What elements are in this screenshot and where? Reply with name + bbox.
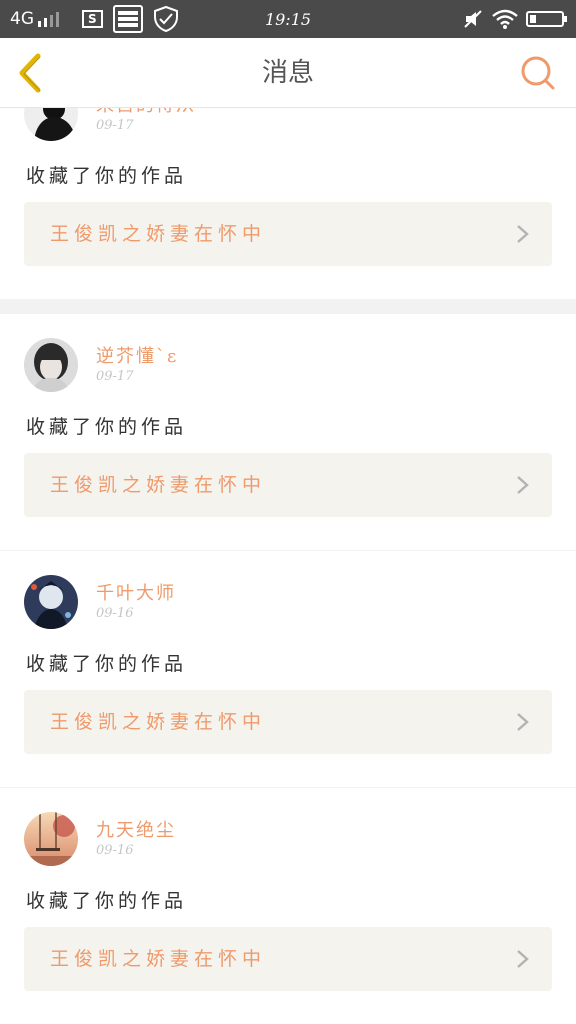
search-button[interactable] xyxy=(520,55,556,91)
avatar-girl-portrait xyxy=(24,338,78,392)
mute-icon xyxy=(463,0,483,38)
work-link[interactable]: 王俊凯之娇妻在怀中 xyxy=(24,453,552,517)
notification-item: 来自的侍从 09-17 收藏了你的作品 王俊凯之娇妻在怀中 xyxy=(0,108,576,299)
action-text: 收藏了你的作品 xyxy=(26,165,188,187)
notification-list[interactable]: 来自的侍从 09-17 收藏了你的作品 王俊凯之娇妻在怀中 逆芥懂`ε 09-1… xyxy=(0,108,576,1024)
user-avatar[interactable] xyxy=(24,575,78,629)
avatar-anime xyxy=(24,575,78,629)
page-title: 消息 xyxy=(261,58,314,88)
avatar-sunset-swing xyxy=(24,812,78,866)
user-avatar[interactable] xyxy=(24,812,78,866)
navigation-header: 消息 xyxy=(0,38,576,108)
work-title: 王俊凯之娇妻在怀中 xyxy=(50,474,267,496)
timestamp: 09-16 xyxy=(96,843,134,858)
chevron-right-icon xyxy=(517,713,529,731)
wifi-icon xyxy=(492,0,518,38)
work-link[interactable]: 王俊凯之娇妻在怀中 xyxy=(24,202,552,266)
work-title: 王俊凯之娇妻在怀中 xyxy=(50,711,267,733)
notification-item: 逆芥懂`ε 09-17 收藏了你的作品 王俊凯之娇妻在怀中 xyxy=(0,314,576,550)
username[interactable]: 逆芥懂`ε xyxy=(96,342,178,368)
notification-item: 千叶大师 09-16 收藏了你的作品 王俊凯之娇妻在怀中 xyxy=(0,551,576,787)
search-icon xyxy=(521,56,555,90)
timestamp: 09-16 xyxy=(96,606,134,621)
user-avatar[interactable] xyxy=(24,338,78,392)
username[interactable]: 九天绝尘 xyxy=(96,816,176,842)
chevron-right-icon xyxy=(517,225,529,243)
action-text: 收藏了你的作品 xyxy=(26,653,188,675)
chevron-right-icon xyxy=(517,950,529,968)
work-link[interactable]: 王俊凯之娇妻在怀中 xyxy=(24,690,552,754)
status-bar: 4G S 19:15 xyxy=(0,0,576,38)
action-text: 收藏了你的作品 xyxy=(26,890,188,912)
timestamp: 09-17 xyxy=(96,118,134,133)
username[interactable]: 千叶大师 xyxy=(96,579,176,605)
timestamp: 09-17 xyxy=(96,369,134,384)
notification-item: 九天绝尘 09-16 收藏了你的作品 王俊凯之娇妻在怀中 xyxy=(0,788,576,1024)
chevron-right-icon xyxy=(517,476,529,494)
username[interactable]: 来自的侍从 xyxy=(96,108,196,117)
avatar-dark-portrait xyxy=(24,108,78,141)
work-title: 王俊凯之娇妻在怀中 xyxy=(50,223,267,245)
battery-icon xyxy=(526,0,568,38)
user-avatar[interactable] xyxy=(24,108,78,141)
work-title: 王俊凯之娇妻在怀中 xyxy=(50,948,267,970)
work-link[interactable]: 王俊凯之娇妻在怀中 xyxy=(24,927,552,991)
action-text: 收藏了你的作品 xyxy=(26,416,188,438)
clock: 19:15 xyxy=(264,9,312,29)
